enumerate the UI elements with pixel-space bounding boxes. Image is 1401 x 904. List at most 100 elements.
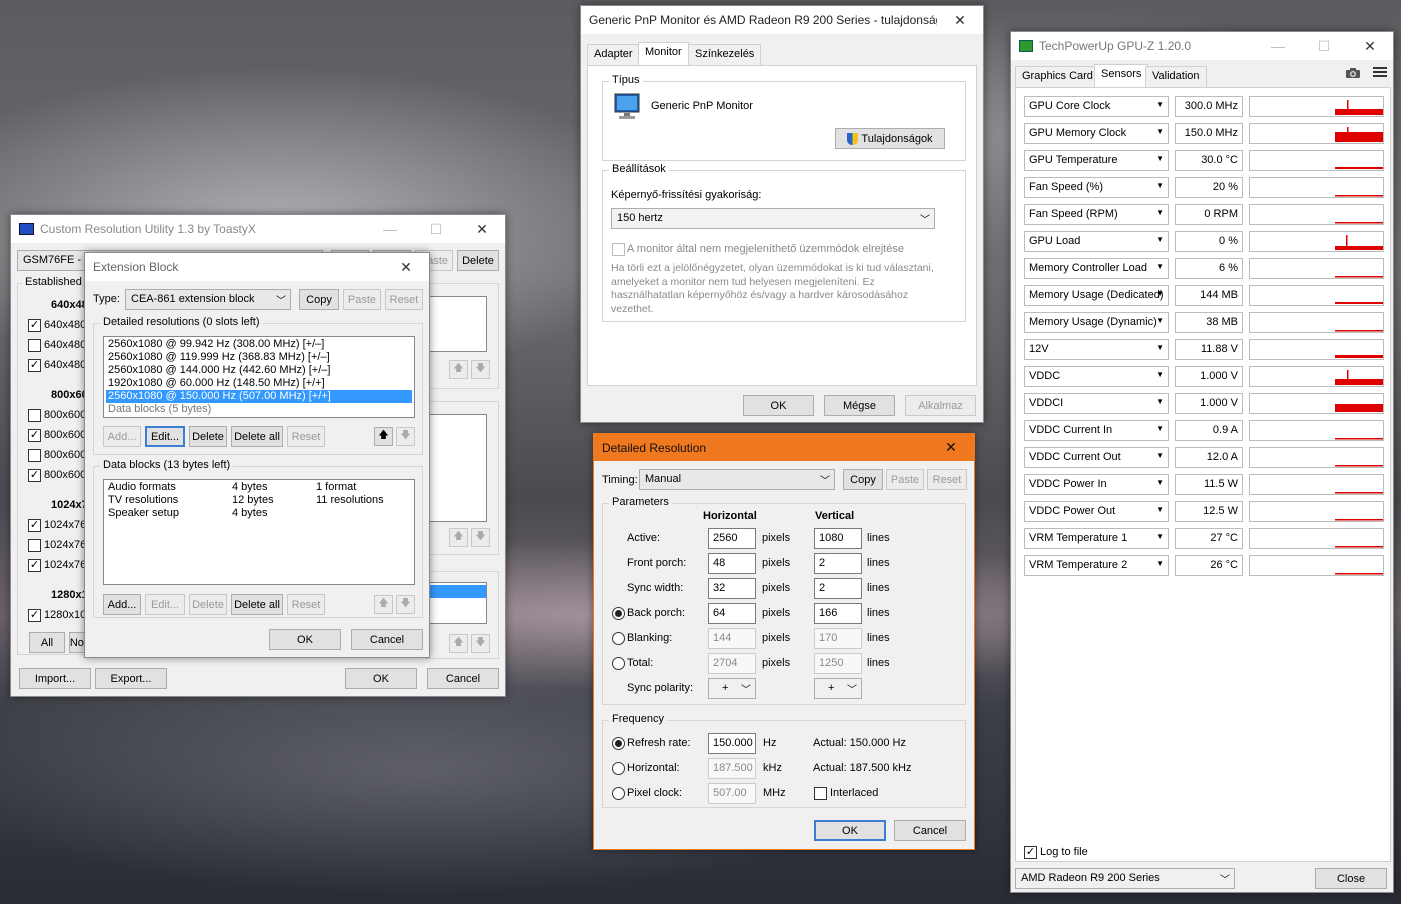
- vertical-value-input[interactable]: 170: [814, 628, 862, 649]
- resolution-checkbox[interactable]: ✓: [28, 469, 41, 482]
- ext-ok-button[interactable]: OK: [269, 629, 341, 650]
- ext-add-button[interactable]: Add...: [103, 426, 141, 447]
- all-button[interactable]: All: [29, 632, 65, 653]
- extension-block-titlebar[interactable]: Extension Block ✕: [85, 253, 429, 281]
- data-block-row[interactable]: TV resolutions 12 bytes 11 resolutions: [108, 494, 410, 507]
- close-icon[interactable]: ✕: [1347, 32, 1393, 60]
- ext-cancel-button[interactable]: Cancel: [351, 629, 423, 650]
- cru-titlebar[interactable]: Custom Resolution Utility 1.3 by ToastyX…: [11, 215, 505, 243]
- gpu-select[interactable]: AMD Radeon R9 200 Series ﹀: [1015, 868, 1235, 889]
- data-reset-button[interactable]: Reset: [287, 594, 325, 615]
- data-block-row[interactable]: Audio formats 4 bytes 1 format: [108, 481, 410, 494]
- tab-color-management[interactable]: Színkezelés: [688, 44, 762, 65]
- arrow-up-icon[interactable]: 🡅: [449, 528, 468, 547]
- data-add-button[interactable]: Add...: [103, 594, 141, 615]
- sensor-name-select[interactable]: 12V ▼: [1024, 339, 1169, 360]
- gpuz-titlebar[interactable]: TechPowerUp GPU-Z 1.20.0 — ☐ ✕: [1011, 32, 1393, 60]
- horizontal-freq-radio[interactable]: [612, 762, 625, 775]
- pixel-clock-input[interactable]: 507.00: [708, 783, 756, 804]
- tab-adapter[interactable]: Adapter: [587, 44, 640, 65]
- interlaced-checkbox[interactable]: [814, 787, 827, 800]
- h-sync-polarity-select[interactable]: + ﹀: [708, 678, 756, 699]
- log-to-file-checkbox[interactable]: ✓: [1024, 846, 1037, 859]
- resolution-checkbox[interactable]: ✓: [28, 519, 41, 532]
- dr-ok-button[interactable]: OK: [814, 820, 886, 841]
- horizontal-value-input[interactable]: 48: [708, 553, 756, 574]
- sensor-name-select[interactable]: VDDCI ▼: [1024, 393, 1169, 414]
- sensor-name-select[interactable]: Fan Speed (%) ▼: [1024, 177, 1169, 198]
- resolution-checkbox[interactable]: ✓: [28, 359, 41, 372]
- arrow-down-icon[interactable]: 🡇: [396, 427, 415, 446]
- sensor-name-select[interactable]: VDDC Power In ▼: [1024, 474, 1169, 495]
- horizontal-value-input[interactable]: 32: [708, 578, 756, 599]
- minimize-icon[interactable]: —: [367, 215, 413, 243]
- maximize-icon[interactable]: ☐: [413, 215, 459, 243]
- detailed-resolution-item[interactable]: Data blocks (5 bytes): [106, 403, 412, 416]
- camera-icon[interactable]: [1345, 67, 1361, 79]
- pixel-clock-radio[interactable]: [612, 787, 625, 800]
- data-edit-button[interactable]: Edit...: [145, 594, 185, 615]
- tab-validation[interactable]: Validation: [1145, 66, 1207, 87]
- sensor-name-select[interactable]: GPU Temperature ▼: [1024, 150, 1169, 171]
- data-blocks-list[interactable]: Audio formats 4 bytes 1 format TV resolutio…: [103, 479, 415, 585]
- ext-reset-detailed-button[interactable]: Reset: [287, 426, 325, 447]
- timing-select[interactable]: Manual ﹀: [639, 469, 835, 490]
- vertical-value-input[interactable]: 2: [814, 578, 862, 599]
- arrow-down-icon[interactable]: 🡇: [396, 595, 415, 614]
- minimize-icon[interactable]: —: [1255, 32, 1301, 60]
- resolution-checkbox[interactable]: [28, 339, 41, 352]
- timing-mode-radio[interactable]: [612, 632, 625, 645]
- horizontal-value-input[interactable]: 2704: [708, 653, 756, 674]
- detailed-resolutions-list[interactable]: 2560x1080 @ 99.942 Hz (308.00 MHz) [+/–]…: [103, 336, 415, 418]
- type-select[interactable]: CEA-861 extension block ﹀: [125, 289, 291, 310]
- menu-icon[interactable]: [1373, 66, 1387, 78]
- sensor-name-select[interactable]: Memory Controller Load ▼: [1024, 258, 1169, 279]
- sensor-name-select[interactable]: VRM Temperature 2 ▼: [1024, 555, 1169, 576]
- tab-monitor[interactable]: Monitor: [638, 42, 689, 65]
- dr-paste-button[interactable]: Paste: [886, 469, 924, 490]
- import-button[interactable]: Import...: [19, 668, 91, 689]
- sensor-name-select[interactable]: VDDC Current Out ▼: [1024, 447, 1169, 468]
- resolution-checkbox[interactable]: [28, 539, 41, 552]
- properties-button[interactable]: Tulajdonságok: [835, 128, 945, 149]
- monitor-properties-titlebar[interactable]: Generic PnP Monitor és AMD Radeon R9 200…: [581, 6, 983, 34]
- detailed-resolution-item[interactable]: 2560x1080 @ 144.000 Hz (442.60 MHz) [+/–…: [106, 364, 412, 377]
- data-block-row[interactable]: Speaker setup 4 bytes: [108, 507, 410, 520]
- ext-reset-button[interactable]: Reset: [385, 289, 423, 310]
- arrow-up-icon[interactable]: 🡅: [449, 360, 468, 379]
- vertical-value-input[interactable]: 166: [814, 603, 862, 624]
- sensor-name-select[interactable]: Memory Usage (Dedicated) ▼: [1024, 285, 1169, 306]
- vertical-value-input[interactable]: 1250: [814, 653, 862, 674]
- sensor-name-select[interactable]: GPU Memory Clock ▼: [1024, 123, 1169, 144]
- detailed-resolution-item[interactable]: 2560x1080 @ 99.942 Hz (308.00 MHz) [+/–]: [106, 338, 412, 351]
- close-icon[interactable]: ✕: [383, 253, 429, 281]
- detailed-resolution-item[interactable]: 2560x1080 @ 150.000 Hz (507.00 MHz) [+/+…: [106, 390, 412, 403]
- sensor-name-select[interactable]: Fan Speed (RPM) ▼: [1024, 204, 1169, 225]
- dr-copy-button[interactable]: Copy: [843, 469, 883, 490]
- close-icon[interactable]: ✕: [459, 215, 505, 243]
- tab-graphics-card[interactable]: Graphics Card: [1015, 66, 1100, 87]
- arrow-down-icon[interactable]: 🡇: [471, 528, 490, 547]
- horizontal-value-input[interactable]: 2560: [708, 528, 756, 549]
- sensor-name-select[interactable]: VDDC Power Out ▼: [1024, 501, 1169, 522]
- sensor-name-select[interactable]: Memory Usage (Dynamic) ▼: [1024, 312, 1169, 333]
- timing-mode-radio[interactable]: [612, 657, 625, 670]
- cru-right-list-1[interactable]: [429, 296, 487, 352]
- sensor-name-select[interactable]: GPU Load ▼: [1024, 231, 1169, 252]
- arrow-down-icon[interactable]: 🡇: [471, 634, 490, 653]
- sensor-name-select[interactable]: VDDC ▼: [1024, 366, 1169, 387]
- close-icon[interactable]: ✕: [937, 6, 983, 34]
- hide-modes-checkbox[interactable]: [612, 243, 625, 256]
- sensor-name-select[interactable]: VDDC Current In ▼: [1024, 420, 1169, 441]
- v-sync-polarity-select[interactable]: + ﹀: [814, 678, 862, 699]
- dr-cancel-button[interactable]: Cancel: [894, 820, 966, 841]
- resolution-checkbox[interactable]: ✓: [28, 429, 41, 442]
- resolution-checkbox[interactable]: ✓: [28, 609, 41, 622]
- ext-delete-button[interactable]: Delete: [189, 426, 227, 447]
- resolution-checkbox[interactable]: [28, 409, 41, 422]
- ext-delete-all-button[interactable]: Delete all: [231, 426, 283, 447]
- arrow-up-icon[interactable]: 🡅: [374, 427, 393, 446]
- cru-cancel-button[interactable]: Cancel: [427, 668, 499, 689]
- horizontal-freq-input[interactable]: 187.500: [708, 758, 756, 779]
- apply-button[interactable]: Alkalmaz: [905, 395, 976, 416]
